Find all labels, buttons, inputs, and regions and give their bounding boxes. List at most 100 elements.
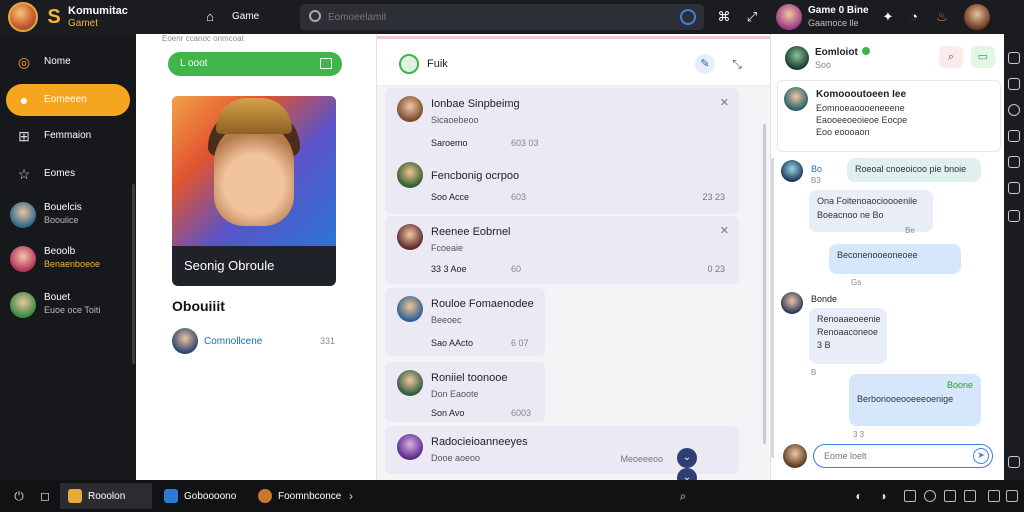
- tray-icon[interactable]: [944, 490, 956, 502]
- feed-item[interactable]: Ionbae Sinpbeimg Sicaoebeoo ✕ Saroemo 60…: [385, 88, 739, 214]
- tray-icon[interactable]: [904, 490, 916, 502]
- hero-title: Seonig Obroule: [184, 258, 275, 273]
- search-input[interactable]: [328, 9, 668, 25]
- user-avatar[interactable]: [964, 4, 990, 30]
- contact-name: Beoolb: [44, 246, 76, 257]
- feed-item[interactable]: Rouloe Fomaenodee Beeoec Sao AActo 6 07: [385, 288, 545, 356]
- feed-item-count: 60: [511, 264, 522, 274]
- left-sidebar: ◎ Nome ● Eomeeen ⊞ Femmaion ☆ Eomes Boue…: [0, 34, 136, 480]
- feed-item[interactable]: Radocieioanneeyes Dooe aoeoo Meoeeeoo ⌄⌄: [385, 426, 739, 488]
- chevron-down-icon[interactable]: ⌄: [677, 448, 697, 468]
- message-time: Be: [905, 226, 915, 235]
- controller-icon[interactable]: ⌘: [716, 9, 732, 25]
- feed-item-count: 603: [511, 192, 527, 202]
- tray-icon[interactable]: ◐: [852, 489, 866, 503]
- hero-face: [214, 122, 294, 226]
- avatar: [172, 328, 198, 354]
- message-time: Gs: [851, 278, 862, 287]
- close-icon[interactable]: ✕: [720, 224, 729, 237]
- chat-icon[interactable]: ◻: [38, 489, 52, 503]
- collapse-icon[interactable]: ⤡: [729, 56, 745, 72]
- sidebar-item-grid[interactable]: ⊞ Femmaion: [6, 120, 130, 152]
- app-logo-avatar[interactable]: [8, 2, 38, 32]
- settings-icon[interactable]: [1008, 210, 1020, 222]
- contact-item[interactable]: Bouelcis Boouiice: [10, 200, 132, 236]
- info-icon[interactable]: [1008, 104, 1020, 116]
- avatar: [10, 202, 36, 228]
- feed-item-meta: 23 23: [702, 192, 725, 202]
- app-icon: [258, 489, 272, 503]
- window-icon[interactable]: ▭: [971, 46, 995, 68]
- compose-icon[interactable]: ✎: [695, 54, 715, 74]
- panel-caption: Eoenr ccanoc onmcoat: [162, 34, 244, 43]
- message-text: Ona Foitenoaocioooenile: [817, 196, 918, 206]
- game-item-meta: 331: [320, 336, 336, 346]
- game-home-icon[interactable]: ⌂: [206, 9, 214, 24]
- chevron-right-icon[interactable]: ›: [344, 489, 358, 503]
- profile-avatar[interactable]: [776, 4, 802, 30]
- feed-item-user: Sao AActo: [431, 338, 474, 348]
- contact-status: Boouiice: [44, 215, 79, 225]
- fire-icon[interactable]: ♨: [934, 9, 950, 25]
- feed-item-subtitle: Fcoeaie: [431, 243, 464, 253]
- pinned-line: Eomnoeaoooeneeene: [816, 103, 905, 113]
- feed-item-title: Reenee Eobrnel: [431, 226, 511, 238]
- tray-icon[interactable]: [988, 490, 1000, 502]
- feed-item-title: Rouloe Fomaenodee: [431, 298, 534, 310]
- sidebar-item-games[interactable]: ☆ Eomes: [6, 158, 130, 190]
- expand-icon[interactable]: ⤢: [744, 9, 760, 25]
- feed-title: Fuik: [427, 58, 448, 70]
- feed-panel: Fuik ✎ ⤡ Ionbae Sinpbeimg Sicaoebeoo ✕ S…: [376, 34, 771, 488]
- feed-scrollbar[interactable]: [763, 124, 766, 444]
- chat-icon[interactable]: [1008, 156, 1020, 168]
- hero-card[interactable]: Seonig Obroule: [172, 96, 336, 286]
- app-title: Komumitac: [68, 5, 128, 17]
- notifications-icon[interactable]: ◔: [906, 9, 922, 25]
- tray-icon[interactable]: [1006, 490, 1018, 502]
- pin-icon[interactable]: ✦: [880, 9, 896, 25]
- feed-item-actions: ⌄⌄: [673, 448, 719, 488]
- gallery-icon[interactable]: [1008, 182, 1020, 194]
- avatar: [785, 46, 809, 70]
- message-input[interactable]: [813, 444, 993, 468]
- chat-scrollbar[interactable]: [771, 158, 774, 458]
- game-item-link[interactable]: Comnollcene: [204, 336, 262, 347]
- sidebar-scrollbar[interactable]: [132, 184, 135, 364]
- search-icon[interactable]: ⌕: [939, 46, 963, 68]
- panel-icon[interactable]: [1008, 52, 1020, 64]
- pinned-message[interactable]: Komoooutoeen Iee Eomnoeaoooeneeene Eaooe…: [777, 80, 1001, 152]
- contact-item[interactable]: Bouet Euoe oce Toiti: [10, 290, 132, 326]
- search-submit-icon[interactable]: [680, 9, 696, 25]
- message-text: Roeoal cnoeoicoo pie bnoie: [855, 164, 967, 174]
- message-text: Boeacnoo ne Bo: [817, 210, 884, 220]
- search-icon[interactable]: ⌕: [676, 489, 690, 503]
- tray-icon[interactable]: ◑: [876, 489, 890, 503]
- grid-icon: ⊞: [18, 128, 30, 144]
- message-bubble: Beconenooeoneoee: [829, 244, 961, 274]
- bookmark-icon[interactable]: [1008, 78, 1020, 90]
- play-button-label: L ooot: [180, 58, 208, 69]
- feed-header: Fuik ✎ ⤡: [377, 34, 771, 86]
- sidebar-item-friends[interactable]: ● Eomeeen: [6, 84, 130, 116]
- close-icon[interactable]: ✕: [720, 96, 729, 109]
- sidebar-item-home[interactable]: ◎ Nome: [6, 46, 130, 78]
- feed-item-user: Saroemo: [431, 138, 468, 148]
- send-icon[interactable]: ➤: [973, 448, 989, 464]
- contact-item[interactable]: Beoolb Benaenboeoe: [10, 244, 132, 280]
- tray-icon[interactable]: [924, 490, 936, 502]
- game-nav-label[interactable]: Game: [232, 11, 259, 22]
- menu-icon[interactable]: [1008, 456, 1020, 468]
- power-icon[interactable]: ⏻: [12, 489, 26, 503]
- feed-item[interactable]: Reenee Eobrnel Fcoeaie ✕ 33 3 Aoe 60 0 2…: [385, 216, 739, 284]
- calendar-icon[interactable]: [1008, 130, 1020, 142]
- online-status-icon: [861, 47, 870, 55]
- taskbar-app[interactable]: Goboooono: [156, 483, 248, 509]
- message-sender: Bonde: [811, 294, 838, 304]
- avatar: [10, 292, 36, 318]
- app-icon: [164, 489, 178, 503]
- play-button[interactable]: L ooot: [168, 52, 342, 76]
- tray-icon[interactable]: [964, 490, 976, 502]
- feed-item[interactable]: Roniiel toonooe Don Eaoote Son Avo 6003: [385, 362, 545, 422]
- taskbar-app[interactable]: Rooolon: [60, 483, 152, 509]
- search-bar[interactable]: [300, 4, 704, 30]
